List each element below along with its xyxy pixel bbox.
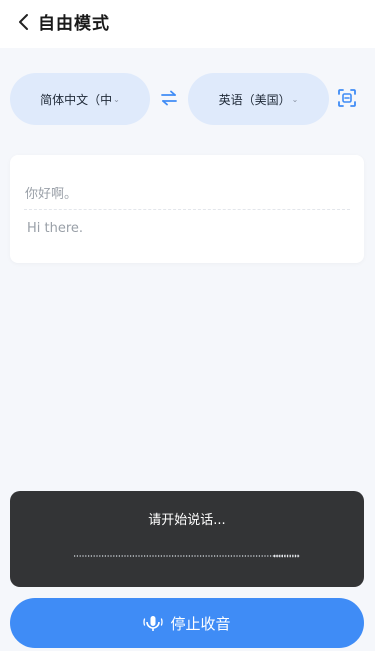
- stop-recording-button[interactable]: 停止收音: [10, 598, 364, 648]
- speak-prompt: 请开始说话...: [148, 513, 226, 528]
- target-language-selector[interactable]: 英语（美国） ⌄: [188, 73, 329, 125]
- divider: [24, 209, 350, 210]
- listening-panel: 请开始说话...: [10, 491, 364, 587]
- translated-text: Hi there.: [27, 221, 84, 236]
- source-language-selector[interactable]: 简体中文（中 ⌄: [10, 73, 150, 125]
- app-header: 自由模式: [0, 0, 375, 48]
- page-title: 自由模式: [38, 14, 110, 34]
- scan-icon[interactable]: [337, 88, 357, 108]
- target-language-label: 英语（美国）: [218, 92, 291, 107]
- back-icon[interactable]: [14, 12, 34, 32]
- chevron-down-icon: ⌄: [113, 94, 120, 104]
- microphone-icon: [143, 616, 164, 631]
- sound-wave-indicator: [74, 554, 300, 558]
- source-language-label: 简体中文（中: [40, 92, 113, 107]
- source-text: 你好啊。: [25, 187, 78, 202]
- chevron-down-icon: ⌄: [291, 94, 299, 104]
- swap-icon[interactable]: [160, 89, 178, 107]
- stop-button-label: 停止收音: [170, 614, 231, 633]
- translation-card: 你好啊。 Hi there.: [10, 155, 364, 263]
